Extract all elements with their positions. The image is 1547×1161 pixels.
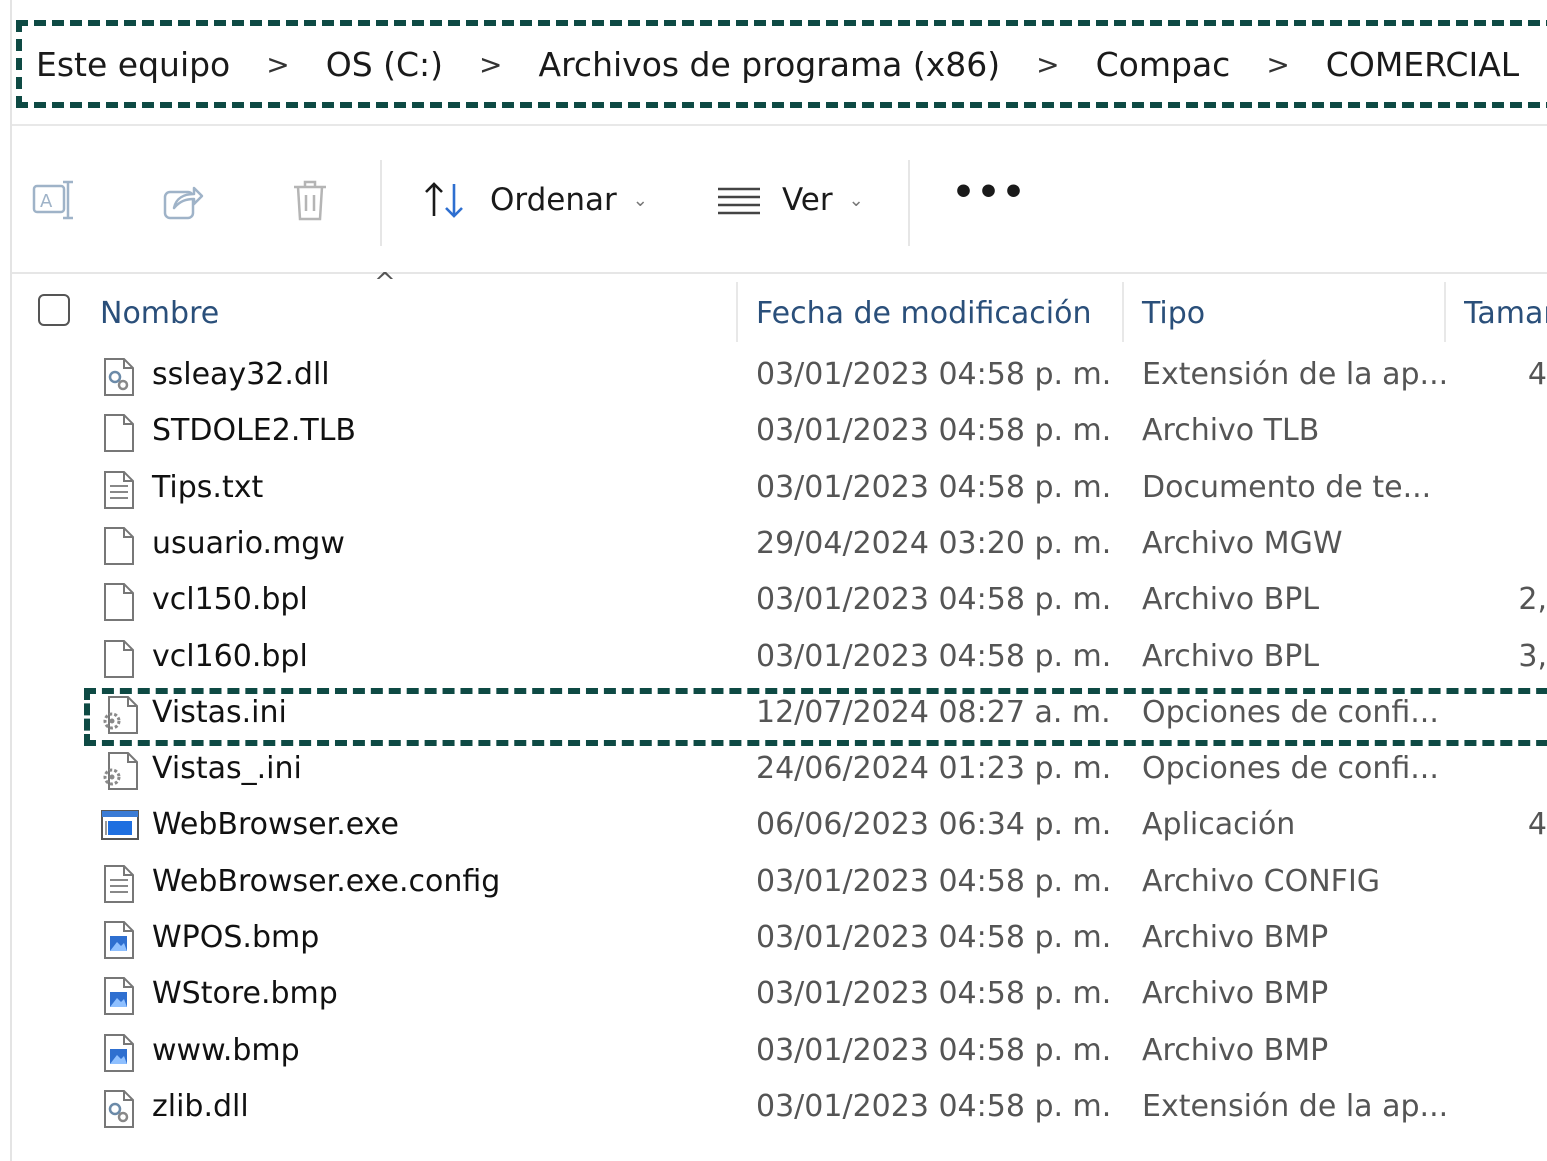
- file-date: 03/01/2023 04:58 p. m.: [756, 1032, 1112, 1068]
- file-date: 03/01/2023 04:58 p. m.: [756, 638, 1112, 674]
- column-header-name[interactable]: Nombre: [100, 286, 219, 340]
- exe-file-icon: [100, 807, 139, 847]
- dll-file-icon: [100, 1089, 136, 1129]
- share-icon[interactable]: [158, 176, 206, 224]
- column-header-type[interactable]: Tipo: [1142, 286, 1205, 340]
- file-date: 03/01/2023 04:58 p. m.: [756, 469, 1112, 505]
- file-type: Archivo CONFIG: [1142, 863, 1381, 899]
- blank-file-icon: [100, 526, 136, 566]
- command-bar: A Ordenar ⌄ Ver ⌄ •••: [12, 146, 1547, 256]
- file-date: 03/01/2023 04:58 p. m.: [756, 920, 1112, 955]
- file-row[interactable]: STDOLE2.TLB 03/01/2023 04:58 p. m. Archivo…: [0, 405, 1547, 461]
- file-name: ssleay32.dll: [152, 357, 330, 392]
- file-row[interactable]: vcl160.bpl 03/01/2023 04:58 p. m. Archivo …: [0, 631, 1547, 687]
- file-row[interactable]: vcl150.bpl 03/01/2023 04:58 p. m. Archivo …: [0, 574, 1547, 630]
- image-file-icon: [100, 1033, 136, 1073]
- column-divider[interactable]: [1122, 282, 1124, 342]
- select-all-checkbox[interactable]: [38, 294, 70, 326]
- sort-button[interactable]: Ordenar ⌄: [422, 170, 648, 230]
- file-size: 4: [1527, 807, 1547, 843]
- file-name: WebBrowser.exe.config: [152, 863, 501, 899]
- file-type: Extensión de la ap...: [1142, 357, 1449, 392]
- file-type: Archivo MGW: [1142, 525, 1343, 561]
- file-row[interactable]: WebBrowser.exe.config 03/01/2023 04:58 p.…: [0, 856, 1547, 912]
- text-file-icon: [100, 470, 136, 510]
- more-options-button[interactable]: •••: [952, 172, 1027, 213]
- chevron-down-icon: ⌄: [632, 189, 648, 211]
- blank-file-icon: [100, 413, 136, 453]
- file-type: Extensión de la ap...: [1142, 1088, 1449, 1124]
- rename-icon[interactable]: A: [30, 176, 78, 224]
- image-file-icon: [100, 976, 136, 1016]
- blank-file-icon: [100, 582, 136, 622]
- column-divider[interactable]: [1444, 282, 1446, 342]
- file-date: 29/04/2024 03:20 p. m.: [756, 525, 1112, 561]
- file-type: Aplicación: [1142, 807, 1296, 843]
- column-header-date[interactable]: Fecha de modificación: [756, 286, 1091, 340]
- file-name: vcl150.bpl: [152, 582, 308, 618]
- file-type: Archivo BMP: [1142, 1032, 1329, 1068]
- divider: [12, 272, 1547, 274]
- sort-ascending-icon: ^: [374, 268, 396, 298]
- file-type: Opciones de confi...: [1142, 751, 1439, 787]
- file-row[interactable]: WPOS.bmp 03/01/2023 04:58 p. m. Archivo BM…: [0, 912, 1547, 968]
- file-date: 03/01/2023 04:58 p. m.: [756, 582, 1112, 618]
- file-row[interactable]: www.bmp 03/01/2023 04:58 p. m. Archivo BMP: [0, 1025, 1547, 1081]
- file-name: WStore.bmp: [152, 976, 338, 1012]
- file-row[interactable]: zlib.dll 03/01/2023 04:58 p. m. Extensión …: [0, 1081, 1547, 1137]
- file-type: Archivo BMP: [1142, 920, 1329, 955]
- file-name: WebBrowser.exe: [152, 807, 399, 843]
- svg-text:A: A: [40, 191, 53, 212]
- file-date: 03/01/2023 04:58 p. m.: [756, 976, 1112, 1012]
- file-type: Documento de te...: [1142, 469, 1432, 505]
- file-name: www.bmp: [152, 1032, 300, 1068]
- view-list-icon: [716, 185, 762, 215]
- file-type: Archivo BMP: [1142, 976, 1329, 1012]
- file-type: Archivo TLB: [1142, 413, 1320, 449]
- file-row[interactable]: Vistas_.ini 24/06/2024 01:23 p. m. Opcione…: [0, 743, 1547, 799]
- file-highlight-frame: [84, 688, 1547, 746]
- file-date: 03/01/2023 04:58 p. m.: [756, 413, 1112, 449]
- file-size: 4: [1527, 357, 1547, 392]
- toolbar-separator: [908, 160, 910, 246]
- divider: [12, 124, 1547, 126]
- file-row[interactable]: Tips.txt 03/01/2023 04:58 p. m. Documento …: [0, 462, 1547, 518]
- file-size: 2,: [1518, 582, 1547, 618]
- sort-label: Ordenar: [490, 182, 617, 218]
- file-name: WPOS.bmp: [152, 920, 320, 955]
- file-type: Archivo BPL: [1142, 582, 1320, 618]
- column-header-size[interactable]: Tamaño: [1464, 286, 1547, 340]
- text-file-icon: [100, 864, 136, 904]
- toolbar-separator: [380, 160, 382, 246]
- image-file-icon: [100, 920, 136, 960]
- sort-icon: [422, 180, 468, 220]
- breadcrumb-highlight-frame: [16, 20, 1547, 108]
- view-button[interactable]: Ver ⌄: [716, 170, 864, 230]
- file-date: 06/06/2023 06:34 p. m.: [756, 807, 1112, 843]
- settings-file-icon: [100, 751, 138, 791]
- file-date: 24/06/2024 01:23 p. m.: [756, 751, 1112, 787]
- file-name: STDOLE2.TLB: [152, 413, 356, 449]
- file-row[interactable]: WStore.bmp 03/01/2023 04:58 p. m. Archivo …: [0, 968, 1547, 1024]
- file-date: 03/01/2023 04:58 p. m.: [756, 863, 1112, 899]
- file-size: 3,: [1518, 638, 1547, 674]
- file-date: 03/01/2023 04:58 p. m.: [756, 1088, 1112, 1124]
- file-name: usuario.mgw: [152, 525, 345, 561]
- column-divider[interactable]: [736, 282, 738, 342]
- blank-file-icon: [100, 639, 136, 679]
- file-row[interactable]: WebBrowser.exe 06/06/2023 06:34 p. m. Apli…: [0, 799, 1547, 855]
- file-date: 03/01/2023 04:58 p. m.: [756, 357, 1112, 392]
- file-row[interactable]: ssleay32.dll 03/01/2023 04:58 p. m. Extens…: [0, 349, 1547, 405]
- file-row[interactable]: usuario.mgw 29/04/2024 03:20 p. m. Archivo…: [0, 518, 1547, 574]
- dll-file-icon: [100, 357, 136, 397]
- chevron-down-icon: ⌄: [848, 189, 864, 211]
- file-type: Archivo BPL: [1142, 638, 1320, 674]
- file-name: zlib.dll: [152, 1088, 249, 1124]
- file-name: vcl160.bpl: [152, 638, 308, 674]
- file-name: Tips.txt: [152, 469, 264, 505]
- trash-icon[interactable]: [286, 176, 334, 224]
- view-label: Ver: [782, 182, 833, 218]
- file-name: Vistas_.ini: [152, 751, 302, 787]
